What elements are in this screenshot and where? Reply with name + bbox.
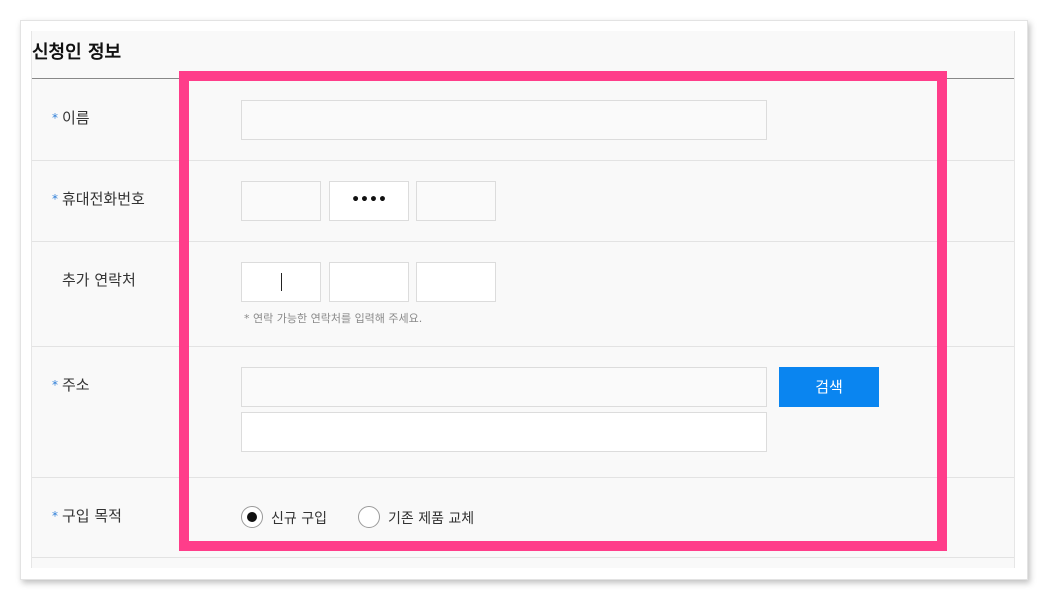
name-input[interactable] [241,100,767,140]
address-label: * 주소 [52,376,90,394]
address-input-1[interactable] [241,367,767,407]
required-mark: * [52,111,58,125]
extra-contact-input-1[interactable] [241,262,321,302]
mobile-input-1[interactable] [241,181,321,221]
row-extra-contact: 추가 연락처 * 연락 가능한 연락처를 입력해 주세요. [32,242,1014,347]
extra-contact-label: 추가 연락처 [62,271,136,289]
row-purpose: * 구입 목적 신규 구입 기존 제품 교체 [32,478,1014,558]
radio-new-purchase[interactable]: 신규 구입 [241,506,351,530]
mobile-input-2[interactable]: •••• [329,181,409,221]
required-mark: * [52,509,58,523]
mobile-input-3[interactable] [416,181,496,221]
mobile-label: * 휴대전화번호 [52,190,145,208]
applicant-info-panel: 신청인 정보 * 이름 * 휴대전화번호 •••• 추가 연락처 * 연락 가능한 [31,31,1015,568]
extra-contact-input-3[interactable] [416,262,496,302]
radio-button[interactable] [358,506,380,528]
required-mark: * [52,192,58,206]
section-title: 신청인 정보 [32,31,1014,79]
radio-replacement[interactable]: 기존 제품 교체 [358,506,508,530]
radio-button-selected[interactable] [241,506,263,528]
required-mark: * [52,378,58,392]
text-cursor [281,273,282,291]
extra-contact-input-2[interactable] [329,262,409,302]
name-label: * 이름 [52,109,90,127]
row-name: * 이름 [32,80,1014,161]
extra-contact-hint: * 연락 가능한 연락처를 입력해 주세요. [244,312,423,325]
purpose-label: * 구입 목적 [52,507,122,525]
row-mobile: * 휴대전화번호 •••• [32,161,1014,242]
address-input-2[interactable] [241,412,767,452]
address-search-button[interactable]: 검색 [779,367,879,407]
row-address: * 주소 검색 [32,347,1014,478]
